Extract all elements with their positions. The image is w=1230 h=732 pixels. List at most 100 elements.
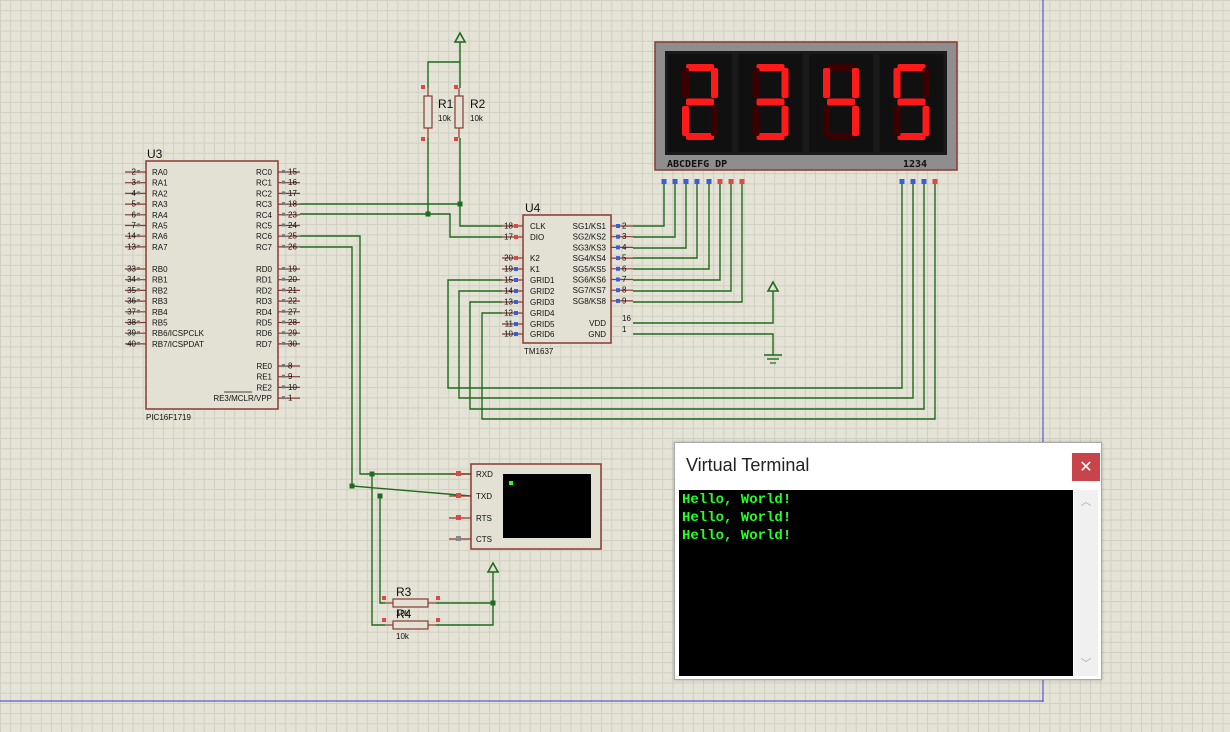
u4-pin-name: GRID4 (530, 309, 555, 318)
terminal-scrollbar[interactable]: ︿ ﹀ (1074, 490, 1098, 676)
digit-label: 1234 (903, 159, 927, 170)
u4-pin-dot (514, 267, 518, 271)
u3-pin-dot (137, 299, 140, 303)
u4-pin-number: 9 (622, 296, 627, 305)
u4-pin-number: 14 (504, 287, 513, 296)
u3-pin-name: RE1 (256, 373, 272, 382)
u3-pin-name: RD3 (256, 297, 273, 306)
display-pin (739, 179, 745, 184)
u4-pin-number: 2 (622, 222, 627, 231)
segment-g (897, 98, 926, 106)
u3-pin-number: 16 (288, 178, 297, 187)
segment-g (827, 98, 855, 106)
u3-pin-number: 29 (288, 329, 297, 338)
power-terminal-pullup[interactable] (486, 561, 500, 573)
u3-microcontroller[interactable]: U3 2 RA0 3 RA1 4 RA2 5 RA3 6 RA4 7 RA5 14 RA6 13 RA7 33 R… (125, 147, 300, 422)
u3-pin-name: RC1 (256, 179, 273, 188)
display-pin (921, 179, 927, 184)
segment-g (686, 98, 714, 106)
display-pin (717, 179, 723, 184)
u3-ref: U3 (147, 147, 163, 161)
u3-pin-number: 3 (132, 178, 137, 187)
u3-pin-name: RE0 (256, 362, 272, 371)
u3-pin-name: RD5 (256, 319, 273, 328)
u4-pin-dot (616, 277, 620, 282)
segment-a (827, 64, 855, 71)
u4-pin-dot (514, 289, 518, 293)
u3-pin-number: 2 (132, 168, 137, 177)
wire (300, 235, 471, 475)
power-terminal-top[interactable] (453, 31, 467, 43)
u3-pin-number: 38 (127, 318, 136, 327)
virtual-terminal-window[interactable]: Virtual Terminal ✕ Hello, World! Hello, … (674, 442, 1102, 680)
u3-pin-number: 23 (288, 210, 297, 219)
close-icon[interactable]: ✕ (1072, 453, 1100, 481)
u4-pin-name: GRID2 (530, 287, 555, 296)
u3-pin-name: RB5 (152, 319, 168, 328)
u4-pin-name: GRID3 (530, 298, 555, 307)
u3-pin-dot (137, 277, 140, 281)
seven-segment-display[interactable]: ABCDEFG DP 1234 (654, 41, 958, 184)
scroll-up-icon[interactable]: ︿ (1074, 492, 1098, 512)
u4-pin-name: SG8/KS8 (573, 297, 607, 306)
u3-pin-name: RD0 (256, 265, 273, 274)
u3-pin-name: RC6 (256, 232, 273, 241)
u3-pin-number: 4 (132, 189, 137, 198)
u4-pin-name: SG5/KS5 (573, 265, 607, 274)
resistor-r1[interactable]: R1 10k (421, 85, 454, 141)
u3-pin-name: RB0 (152, 265, 168, 274)
display-pin (910, 179, 916, 184)
u3-pin-dot (137, 170, 140, 173)
u3-pin-name: RA4 (152, 211, 168, 220)
scroll-down-icon[interactable]: ﹀ (1074, 654, 1098, 674)
u4-pin-number: 6 (622, 264, 627, 273)
u3-pin-name: RA5 (152, 222, 168, 231)
terminal-module[interactable]: RXD TXD RTS CTS (449, 463, 602, 550)
u3-pin-number: 37 (127, 307, 136, 316)
u3-pin-dot (282, 212, 285, 216)
segment-e (752, 106, 760, 136)
u3-pin-name: RB1 (152, 276, 168, 285)
power-terminal-vdd[interactable] (766, 280, 780, 292)
u4-pin-dot (616, 288, 620, 293)
display-pins (661, 179, 938, 184)
u3-pin-dot (137, 288, 140, 292)
u4-driver-ic[interactable]: U4 18 CLK17 DIO20 K219 K115 GRID114 GRID213 GRI… (502, 201, 633, 356)
u4-pin-dot (616, 245, 620, 250)
segment-f (823, 68, 830, 98)
junction-dot (490, 600, 496, 606)
segment-c (781, 106, 789, 136)
u4-pin-dot (616, 234, 620, 239)
terminal-pin-dot (456, 471, 461, 476)
u4-pin-number: 19 (504, 265, 513, 274)
segment-a (897, 64, 926, 71)
segment-e (682, 106, 689, 136)
ground-symbol[interactable] (764, 354, 782, 364)
u3-pin-number: 21 (288, 286, 297, 295)
u4-pin-dot (616, 298, 620, 303)
u4-pin-dot (616, 224, 620, 228)
terminal-output[interactable]: Hello, World! Hello, World! Hello, World… (679, 490, 1073, 676)
wire (633, 182, 687, 249)
segment-a (756, 64, 785, 71)
u3-pin-number: 15 (288, 168, 297, 177)
u4-pin-name: GND (588, 330, 606, 339)
segment-b (852, 68, 859, 98)
segment-f (893, 68, 901, 98)
u3-pin-number: 5 (132, 200, 137, 209)
segment-b (711, 68, 718, 98)
u4-pin-dot (514, 322, 518, 326)
segment-b (922, 68, 930, 98)
display-pin (683, 179, 689, 184)
resistor-r4[interactable]: R4 10k (382, 607, 440, 641)
wire (633, 333, 774, 355)
resistor-r2[interactable]: R2 10k (454, 85, 486, 141)
segment-label: ABCDEFG DP (667, 159, 727, 170)
terminal-pin-label: RTS (476, 514, 492, 523)
u3-pin-name: RB6/ICSPCLK (152, 329, 205, 338)
segment-c (711, 106, 718, 136)
u3-pin-name: RB3 (152, 297, 168, 306)
u4-pin-number: 3 (622, 232, 627, 241)
u3-pin-number: 18 (288, 200, 297, 209)
u3-pin-name: RC2 (256, 189, 273, 198)
